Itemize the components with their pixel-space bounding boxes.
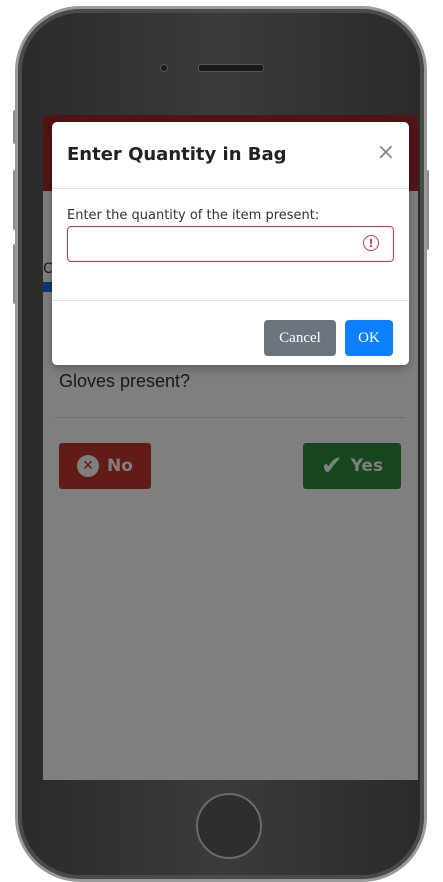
modal-footer-divider [52,300,409,301]
power-button [424,170,429,250]
cancel-button[interactable]: Cancel [264,320,336,356]
modal-title: Enter Quantity in Bag [67,144,287,165]
modal-header: Enter Quantity in Bag × [52,122,409,189]
close-icon[interactable]: × [377,142,395,164]
quantity-label: Enter the quantity of the item present: [67,208,320,223]
warning-icon: ! [363,235,379,251]
quantity-input[interactable] [67,226,394,262]
home-button [196,793,262,859]
quantity-modal: Enter Quantity in Bag × Enter the quanti… [52,122,409,365]
phone-screen: C Gloves present? ✕ No ✔ Yes Enter Quant… [43,115,418,780]
ok-button[interactable]: OK [345,320,393,356]
front-camera [160,64,168,72]
earpiece-speaker [198,64,264,72]
